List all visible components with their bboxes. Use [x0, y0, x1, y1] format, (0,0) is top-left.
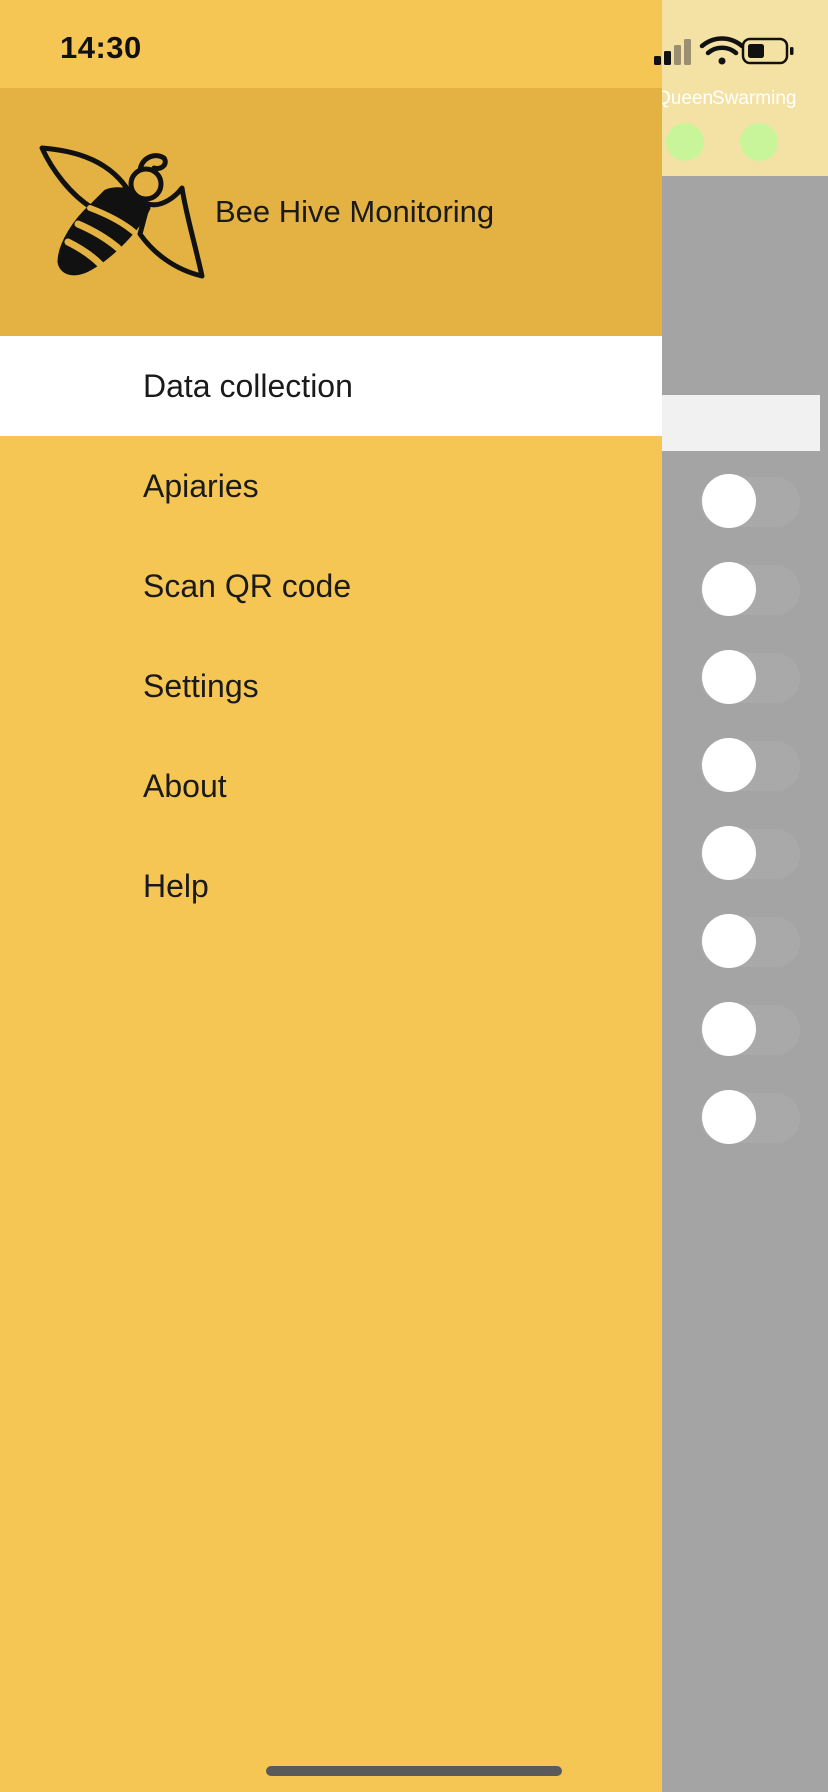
- menu-item-label: Apiaries: [143, 467, 259, 504]
- menu-item-label: Scan QR code: [143, 567, 352, 604]
- menu-item-settings[interactable]: Settings: [0, 636, 662, 736]
- battery-icon: [741, 37, 794, 65]
- background-search-bar: [662, 395, 820, 451]
- toggle-switch: [700, 650, 800, 706]
- toggle-knob: [702, 650, 756, 704]
- menu-item-label: Settings: [143, 667, 259, 704]
- queen-status-dot: [666, 123, 704, 161]
- menu-item-label: Data collection: [143, 367, 353, 404]
- toggle-knob: [702, 1002, 756, 1056]
- app-title: Bee Hive Monitoring: [215, 194, 495, 229]
- menu-item-label: Help: [143, 867, 209, 904]
- signal-icon: [654, 39, 691, 65]
- toggle-switch: [700, 914, 800, 970]
- toggle-knob: [702, 738, 756, 792]
- status-icons: [654, 36, 794, 65]
- menu-item-help[interactable]: Help: [0, 836, 662, 936]
- toggle-knob: [702, 562, 756, 616]
- toggle-switch: [700, 1002, 800, 1058]
- navigation-drawer: Bee Hive Monitoring Data collection Apia…: [0, 0, 662, 1792]
- toggle-switch: [700, 474, 800, 530]
- menu-item-scan-qr-code[interactable]: Scan QR code: [0, 536, 662, 636]
- toggle-switch: [700, 562, 800, 618]
- column-label-swarming: Swarming: [712, 88, 797, 109]
- toggle-knob: [702, 474, 756, 528]
- menu-item-data-collection[interactable]: Data collection: [0, 336, 662, 436]
- toggle-switch: [700, 738, 800, 794]
- menu-item-label: About: [143, 767, 227, 804]
- toggle-knob: [702, 914, 756, 968]
- home-indicator[interactable]: [266, 1766, 562, 1776]
- toggle-switch: [700, 1090, 800, 1146]
- toggle-knob: [702, 826, 756, 880]
- bee-icon: [39, 145, 205, 279]
- menu-item-apiaries[interactable]: Apiaries: [0, 436, 662, 536]
- wifi-icon: [699, 36, 745, 65]
- status-time: 14:30: [60, 30, 142, 65]
- swarming-status-dot: [740, 123, 778, 161]
- toggle-switch: [700, 826, 800, 882]
- toggle-knob: [702, 1090, 756, 1144]
- menu-item-about[interactable]: About: [0, 736, 662, 836]
- column-label-queen: Queen: [656, 88, 714, 109]
